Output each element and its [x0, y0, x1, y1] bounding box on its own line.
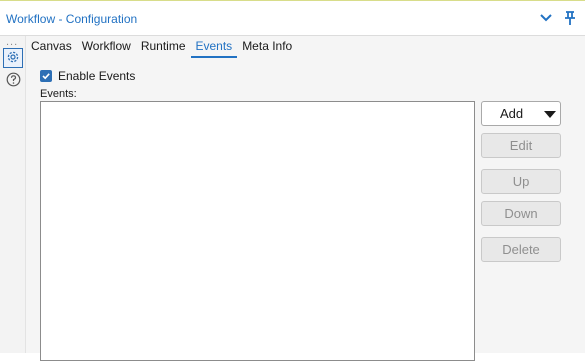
down-button[interactable]: Down	[481, 201, 561, 226]
edit-button[interactable]: Edit	[481, 133, 561, 158]
tab-runtime[interactable]: Runtime	[136, 39, 191, 56]
tab-workflow[interactable]: Workflow	[77, 39, 136, 56]
up-button[interactable]: Up	[481, 169, 561, 194]
help-icon	[6, 72, 21, 90]
add-button-label: Add	[500, 106, 524, 121]
configuration-panel: Canvas Workflow Runtime Events Meta Info…	[26, 36, 585, 361]
gear-icon	[6, 50, 20, 67]
sidebar: ...	[0, 36, 26, 353]
chevron-down-icon[interactable]	[538, 10, 554, 26]
pin-icon[interactable]	[562, 10, 578, 26]
enable-events-checkbox[interactable]: Enable Events	[40, 69, 135, 83]
more-dots-icon[interactable]: ...	[6, 36, 18, 48]
checkmark-icon	[40, 70, 52, 82]
help-button[interactable]	[3, 71, 23, 91]
tab-canvas[interactable]: Canvas	[26, 39, 77, 56]
enable-events-label: Enable Events	[58, 69, 136, 83]
events-list-label: Events:	[40, 88, 77, 100]
tab-meta-info[interactable]: Meta Info	[237, 39, 297, 56]
tab-bar: Canvas Workflow Runtime Events Meta Info	[26, 39, 297, 58]
add-button[interactable]: Add	[481, 101, 561, 126]
delete-button[interactable]: Delete	[481, 237, 561, 262]
title-bar: Workflow - Configuration	[0, 0, 585, 36]
dropdown-arrow-icon	[544, 111, 556, 118]
events-list[interactable]	[40, 101, 475, 361]
settings-button[interactable]	[3, 48, 23, 68]
window-title: Workflow - Configuration	[6, 12, 138, 26]
tab-events[interactable]: Events	[190, 39, 238, 58]
